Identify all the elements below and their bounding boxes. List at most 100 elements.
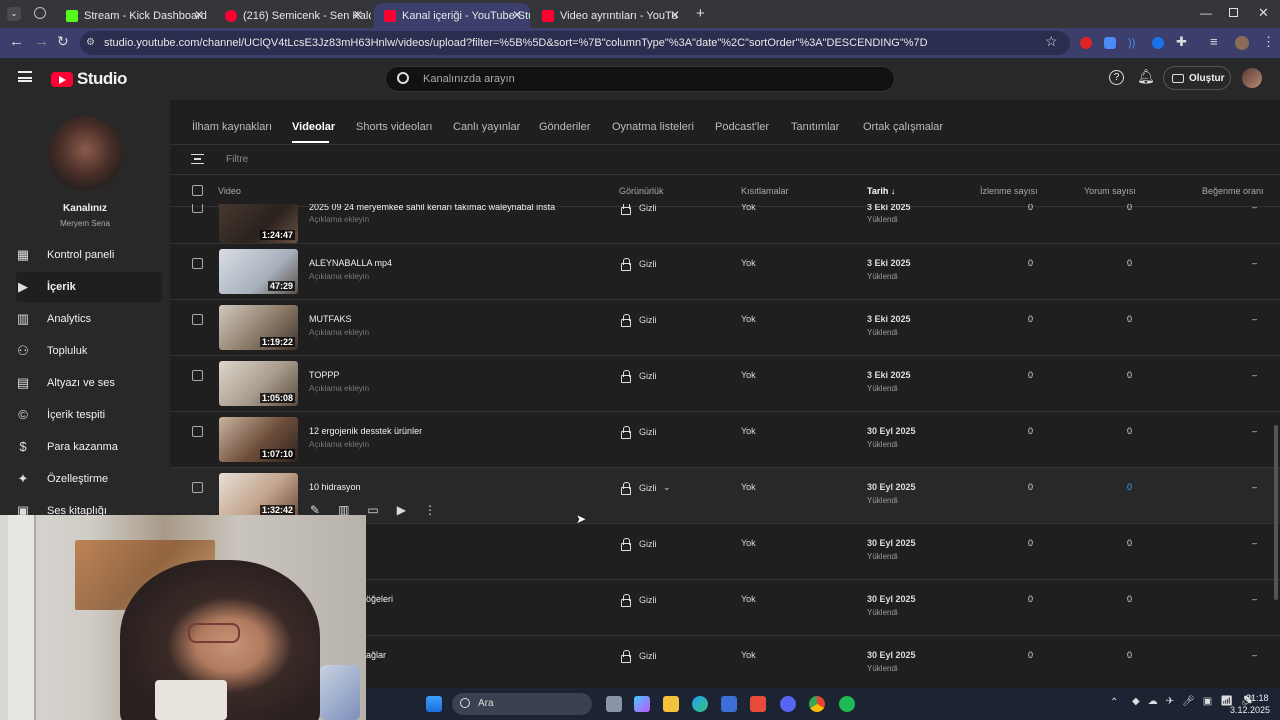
close-icon[interactable]: ✕ — [512, 8, 522, 22]
copilot-icon[interactable] — [634, 696, 650, 712]
column-header-comments[interactable]: Yorum sayısı — [1084, 186, 1136, 196]
tab-shorts[interactable]: Shorts videoları — [356, 121, 432, 133]
extension-icon[interactable]: )) — [1128, 37, 1138, 49]
browser-tab-youtube[interactable]: (216) Semicenk - Sen Kaldın (p ✕ — [215, 3, 371, 28]
filter-icon[interactable] — [191, 154, 204, 164]
help-icon[interactable]: ? — [1109, 70, 1124, 85]
video-thumbnail[interactable]: 1:19:22 — [219, 305, 298, 350]
video-title[interactable]: 10 hidrasyon — [309, 482, 361, 492]
tab-videos[interactable]: Videolar — [292, 121, 335, 133]
visibility-cell[interactable]: Gizli — [620, 258, 657, 271]
channel-avatar[interactable] — [48, 116, 123, 191]
windows-start-icon[interactable] — [426, 696, 442, 712]
search-input[interactable]: Kanalınızda arayın — [423, 73, 515, 85]
tab-podcasts[interactable]: Podcast'ler — [715, 121, 769, 133]
video-title[interactable]: MUTFAKS — [309, 314, 352, 324]
restore-icon[interactable] — [1229, 8, 1238, 17]
spotify-icon[interactable] — [839, 696, 855, 712]
column-header-visibility[interactable]: Görünürlük — [619, 186, 664, 196]
video-thumbnail[interactable]: 47:29 — [219, 249, 298, 294]
video-thumbnail[interactable]: 1:05:08 — [219, 361, 298, 406]
comments-icon[interactable]: ▭ — [367, 503, 378, 517]
extensions-puzzle-icon[interactable]: ✚ — [1176, 34, 1187, 50]
close-icon[interactable]: ✕ — [353, 8, 363, 22]
video-thumbnail[interactable]: 1:07:10 — [219, 417, 298, 462]
video-title[interactable]: TOPPP — [309, 370, 339, 380]
chrome-icon[interactable] — [809, 696, 825, 712]
browser-tab-studio-content[interactable]: Kanal içeriği - YouTube Studio ✕ — [374, 3, 530, 28]
clock-time[interactable]: 21:18 — [1246, 693, 1269, 703]
column-header-restrictions[interactable]: Kısıtlamalar — [741, 186, 789, 196]
discord-icon[interactable] — [780, 696, 796, 712]
close-icon[interactable]: ✕ — [194, 8, 204, 22]
visibility-cell[interactable]: Gizli — [620, 482, 657, 495]
video-title[interactable]: ALEYNABALLA mp4 — [309, 258, 392, 268]
sidebar-item-subtitles[interactable]: ▤ Altyazı ve ses — [16, 368, 162, 398]
comments-value[interactable]: 0 — [1102, 482, 1132, 492]
new-tab-button[interactable]: + — [696, 5, 705, 22]
tab-inspiration[interactable]: İlham kaynakları — [192, 121, 272, 133]
video-thumbnail[interactable]: 1:24:47 — [219, 204, 298, 243]
task-view-icon[interactable] — [606, 696, 622, 712]
column-header-date[interactable]: Tarih ↓ — [867, 186, 895, 196]
sidebar-item-analytics[interactable]: ▥ Analytics — [16, 304, 162, 334]
video-thumbnail[interactable]: 1:32:42 — [219, 473, 298, 518]
clock-date[interactable]: 3.12.2025 — [1230, 705, 1270, 715]
browser-menu-icon[interactable]: ⋮ — [1262, 34, 1275, 50]
video-title[interactable]: öğeleri — [366, 594, 393, 604]
extension-icon[interactable] — [1104, 37, 1116, 49]
globe-icon[interactable] — [34, 7, 46, 19]
edge-icon[interactable] — [692, 696, 708, 712]
notifications-bell-icon[interactable]: 🔔︎ — [1137, 68, 1155, 85]
account-avatar[interactable] — [1242, 68, 1262, 88]
visibility-cell[interactable]: Gizli — [620, 650, 657, 663]
video-description[interactable]: Açıklama ekleyin — [309, 440, 369, 449]
video-description[interactable]: Açıklama ekleyin — [309, 215, 369, 224]
site-info-icon[interactable]: ⚙ — [86, 31, 95, 55]
row-checkbox[interactable] — [192, 482, 203, 493]
tab-live[interactable]: Canlı yayınlar — [453, 121, 520, 133]
sidebar-item-content[interactable]: ▶ İçerik — [16, 272, 162, 302]
browser-tab-studio-details[interactable]: Video ayrıntıları - YouTube Stu ✕ — [532, 3, 688, 28]
sidebar-item-monetization[interactable]: $ Para kazanma — [16, 432, 162, 462]
sidebar-item-copyright[interactable]: © İçerik tespiti — [16, 400, 162, 430]
visibility-dropdown-chevron-icon[interactable]: ⌄ — [663, 482, 671, 493]
sidebar-item-customization[interactable]: ✦ Özelleştirme — [16, 464, 162, 494]
visibility-cell[interactable]: Gizli — [620, 594, 657, 607]
video-description[interactable]: Açıklama ekleyin — [309, 272, 369, 281]
browser-tab-kick[interactable]: Stream - Kick Dashboard ✕ — [56, 3, 212, 28]
extension-icon[interactable] — [1152, 37, 1164, 49]
row-checkbox[interactable] — [192, 204, 203, 213]
select-all-checkbox[interactable] — [192, 185, 203, 196]
studio-logo[interactable]: Studio — [51, 69, 127, 89]
video-description[interactable]: Açıklama ekleyin — [309, 384, 369, 393]
back-icon[interactable]: ← — [9, 33, 24, 50]
visibility-cell[interactable]: Gizli — [620, 538, 657, 551]
channel-search[interactable]: Kanalınızda arayın — [385, 66, 895, 92]
row-checkbox[interactable] — [192, 426, 203, 437]
video-description[interactable]: Açıklama ekleyin — [309, 328, 369, 337]
video-title[interactable]: ağlar — [366, 650, 386, 660]
tab-promotions[interactable]: Tanıtımlar — [791, 121, 839, 133]
app-icon[interactable] — [750, 696, 766, 712]
url-field[interactable]: ⚙ studio.youtube.com/channel/UClQV4tLcsE… — [80, 31, 1070, 55]
table-row[interactable]: 47:29 ALEYNABALLA mp4 Açıklama ekleyin Gizl… — [170, 244, 1280, 300]
tab-posts[interactable]: Gönderiler — [539, 121, 590, 133]
table-row[interactable]: 1:07:10 12 ergojenik desstek ürünler Açıkl… — [170, 412, 1280, 468]
visibility-cell[interactable]: Gizli — [620, 370, 657, 383]
reload-icon[interactable]: ↻ — [57, 33, 69, 50]
table-row[interactable]: 1:19:22 MUTFAKS Açıklama ekleyin Gizli Yok 3 … — [170, 300, 1280, 356]
tab-search-icon[interactable]: ⌄ — [7, 7, 21, 21]
row-checkbox[interactable] — [192, 370, 203, 381]
filter-input[interactable]: Filtre — [226, 154, 248, 165]
hamburger-menu-icon[interactable] — [18, 71, 32, 82]
minimize-icon[interactable]: — — [1200, 6, 1212, 20]
tab-collaborations[interactable]: Ortak çalışmalar — [863, 121, 943, 133]
window-close-icon[interactable]: ✕ — [1258, 5, 1269, 21]
tab-playlists[interactable]: Oynatma listeleri — [612, 121, 694, 133]
profile-avatar[interactable] — [1235, 36, 1249, 50]
column-header-likes[interactable]: Beğenme oranı — [1202, 186, 1264, 196]
table-row[interactable]: 1:05:08 TOPPP Açıklama ekleyin Gizli Yok 3 Ek… — [170, 356, 1280, 412]
visibility-cell[interactable]: Gizli — [620, 204, 657, 215]
visibility-cell[interactable]: Gizli — [620, 314, 657, 327]
